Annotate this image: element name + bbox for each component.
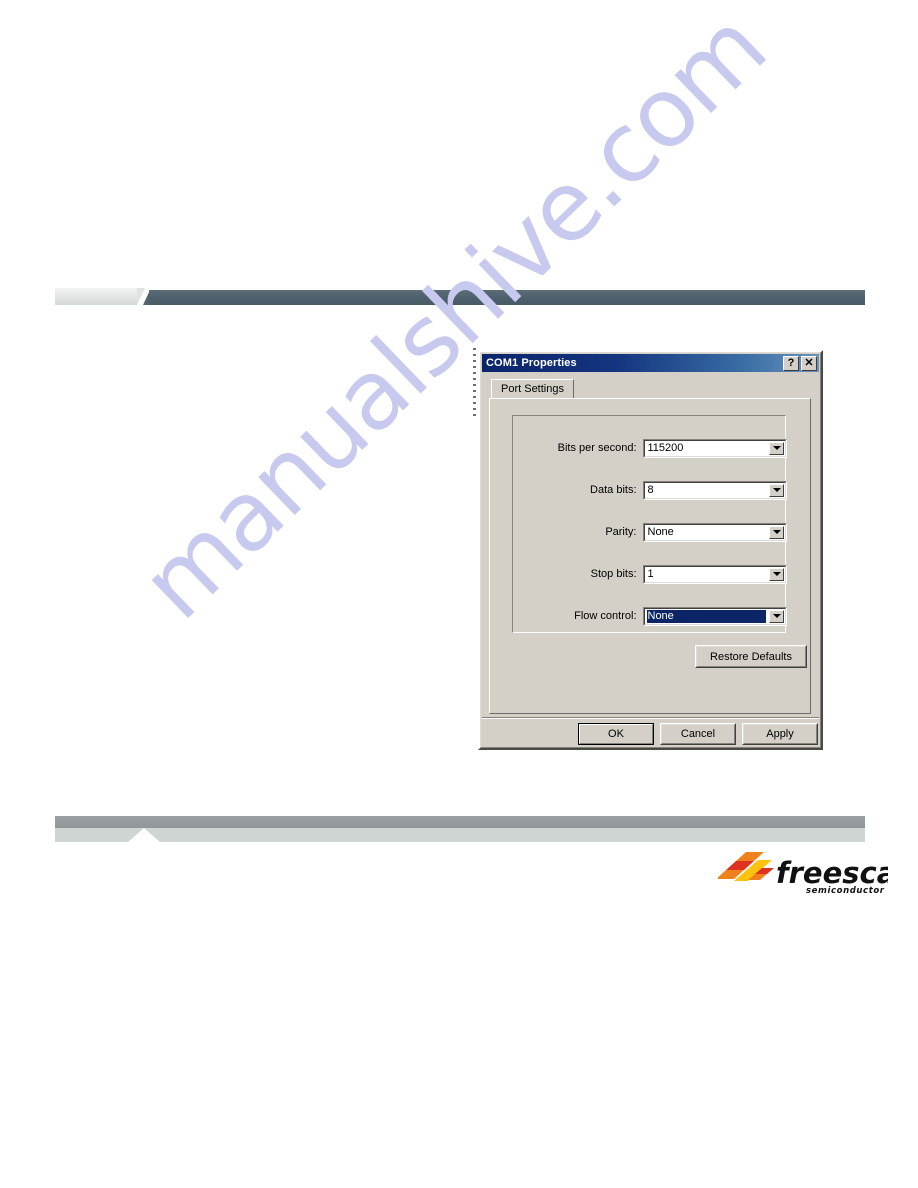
com1-properties-dialog: COM1 Properties ? ✕ Port Settings Bits p… [478,350,823,750]
dialog-title: COM1 Properties [486,357,577,369]
footer-rule-light-band [55,828,865,842]
label-stop-bits: Stop bits: [590,568,637,580]
chevron-down-icon[interactable] [769,441,784,455]
footer-rule-dark-band [55,816,865,828]
chevron-down-icon[interactable] [769,483,784,497]
chevron-down-icon[interactable] [769,567,784,581]
field-row-data-bits: Data bits: 8 [513,480,787,500]
label-data-bits: Data bits: [590,484,637,496]
apply-button[interactable]: Apply [742,723,818,745]
combo-stop-bits[interactable]: 1 [642,564,787,584]
label-parity: Parity: [605,526,637,538]
logo-tagline: semiconductor [806,886,885,896]
slide-header-rule [0,288,918,308]
footer-rule-notch [128,828,160,842]
restore-defaults-label: Restore Defaults [710,650,792,663]
close-icon[interactable]: ✕ [801,355,817,371]
combo-bits-per-second[interactable]: 115200 [642,438,787,458]
value-data-bits: 8 [647,483,654,496]
value-flow-control: None [646,609,766,623]
cancel-button[interactable]: Cancel [660,723,736,745]
dialog-command-bar: OK Cancel Apply [482,717,819,748]
field-row-flow-control: Flow control: None [513,606,787,626]
combo-parity[interactable]: None [642,522,787,542]
dialog-titlebar[interactable]: COM1 Properties ? ✕ [482,354,819,372]
scan-edge-artifact [473,348,476,420]
logo-wordmark: freescale [776,856,888,890]
chevron-down-icon[interactable] [769,609,784,623]
combo-data-bits[interactable]: 8 [642,480,787,500]
label-bits-per-second: Bits per second: [557,442,637,454]
value-bits-per-second: 115200 [647,441,684,454]
label-flow-control: Flow control: [574,610,637,622]
tab-port-settings[interactable]: Port Settings [491,379,574,399]
help-icon[interactable]: ? [783,355,799,371]
field-row-stop-bits: Stop bits: 1 [513,564,787,584]
combo-flow-control[interactable]: None [642,606,787,626]
header-rule-dark-segment [149,290,865,305]
restore-defaults-button[interactable]: Restore Defaults [695,645,807,668]
port-settings-field-group: Bits per second: 115200 Data bits: 8 Par… [512,415,787,633]
apply-label: Apply [766,728,794,740]
chevron-down-icon[interactable] [769,525,784,539]
cancel-label: Cancel [680,728,716,740]
dialog-tabstrip: Port Settings [489,379,811,399]
freescale-logo: freescale semiconductor [716,850,918,898]
field-row-parity: Parity: None [513,522,787,542]
ok-button[interactable]: OK [578,723,654,745]
freescale-logo-svg: freescale semiconductor [716,852,918,896]
ok-label: OK [608,728,624,740]
header-rule-light-segment [55,288,137,305]
tabpage-port-settings: Bits per second: 115200 Data bits: 8 Par… [489,398,811,714]
field-row-bits-per-second: Bits per second: 115200 [513,438,787,458]
slide-footer-rule [0,814,918,846]
value-parity: None [647,525,674,538]
command-bar-divider [482,717,819,719]
logo-mark [716,852,774,881]
value-stop-bits: 1 [647,567,654,580]
